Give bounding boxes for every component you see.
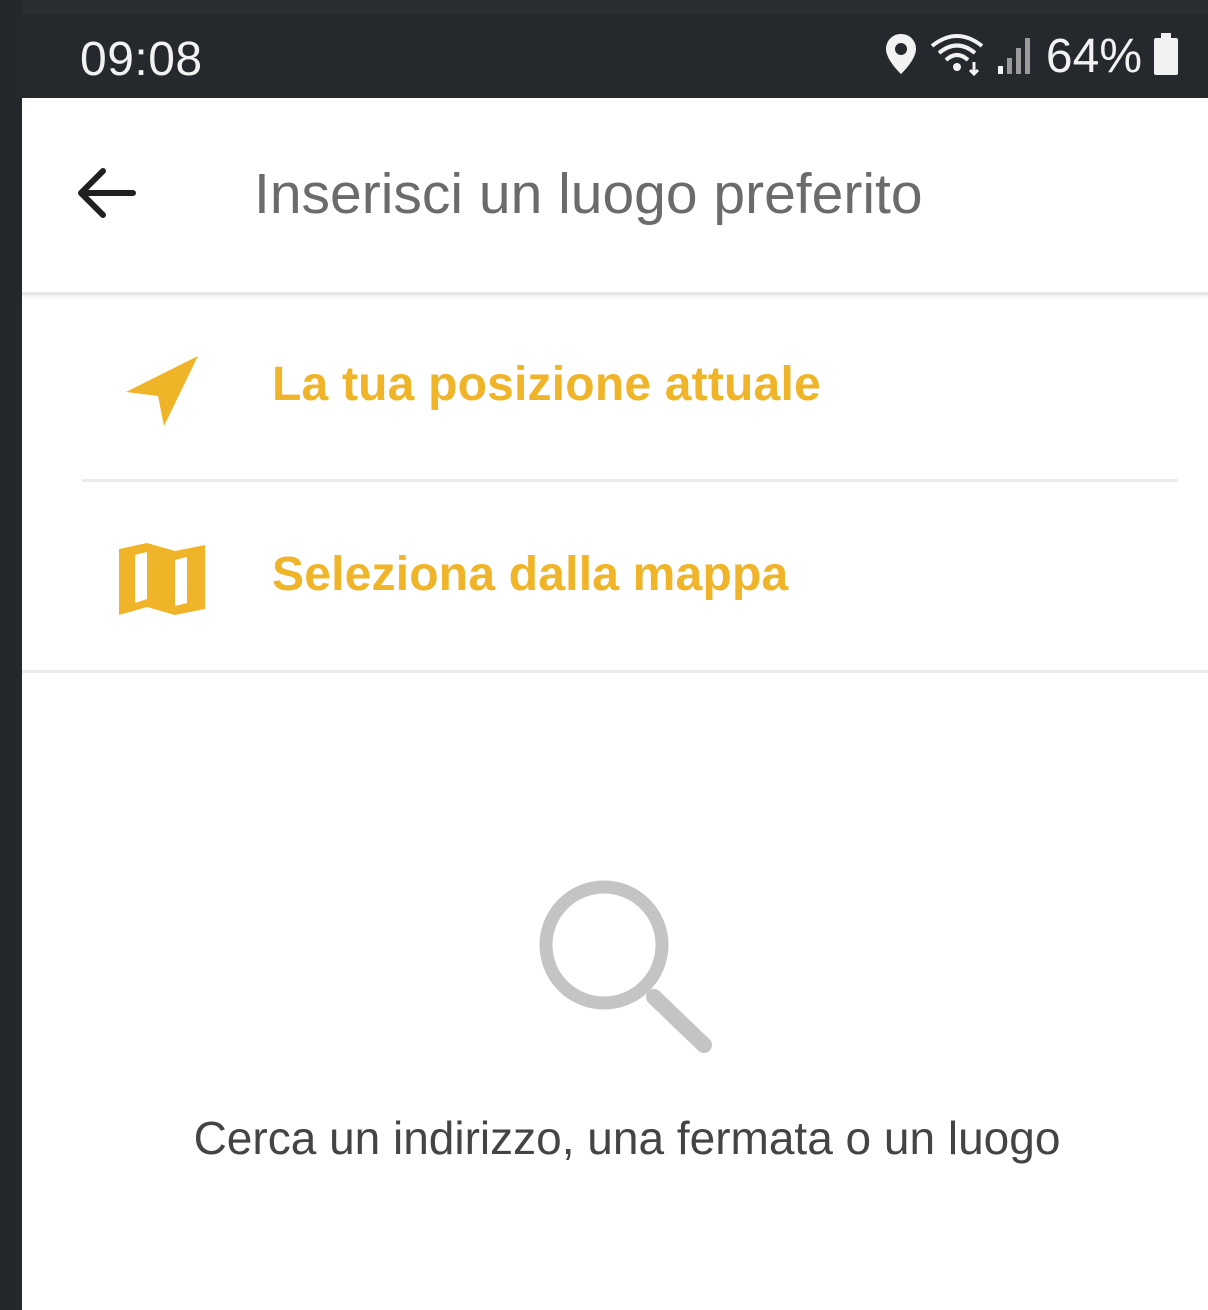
back-button[interactable] xyxy=(66,160,146,230)
status-time: 09:08 xyxy=(80,33,203,86)
option-label: La tua posizione attuale xyxy=(272,358,821,411)
app-bar xyxy=(22,98,1208,295)
empty-state: Cerca un indirizzo, una fermata o un luo… xyxy=(22,673,1208,1310)
wifi-icon xyxy=(928,32,986,81)
map-icon xyxy=(114,535,210,625)
empty-state-message: Cerca un indirizzo, una fermata o un luo… xyxy=(193,1112,1061,1164)
arrow-left-icon xyxy=(75,166,137,225)
divider xyxy=(82,479,1178,482)
search-icon xyxy=(532,873,722,1063)
screen: La tua posizione attuale Seleziona dalla… xyxy=(22,98,1208,1310)
status-bar: 09:08 64% xyxy=(22,14,1208,98)
search-input[interactable] xyxy=(254,154,1154,234)
signal-icon xyxy=(996,32,1036,81)
option-current-location[interactable]: La tua posizione attuale xyxy=(22,295,1208,481)
status-icons: 64% xyxy=(884,28,1180,84)
option-select-from-map[interactable]: Seleziona dalla mappa xyxy=(22,485,1208,671)
battery-percentage: 64% xyxy=(1045,29,1142,83)
battery-icon xyxy=(1152,31,1180,82)
device-bezel-left xyxy=(0,0,22,1310)
location-pin-icon xyxy=(884,32,918,81)
navigation-arrow-icon xyxy=(114,345,210,435)
option-label: Seleziona dalla mappa xyxy=(272,548,789,601)
